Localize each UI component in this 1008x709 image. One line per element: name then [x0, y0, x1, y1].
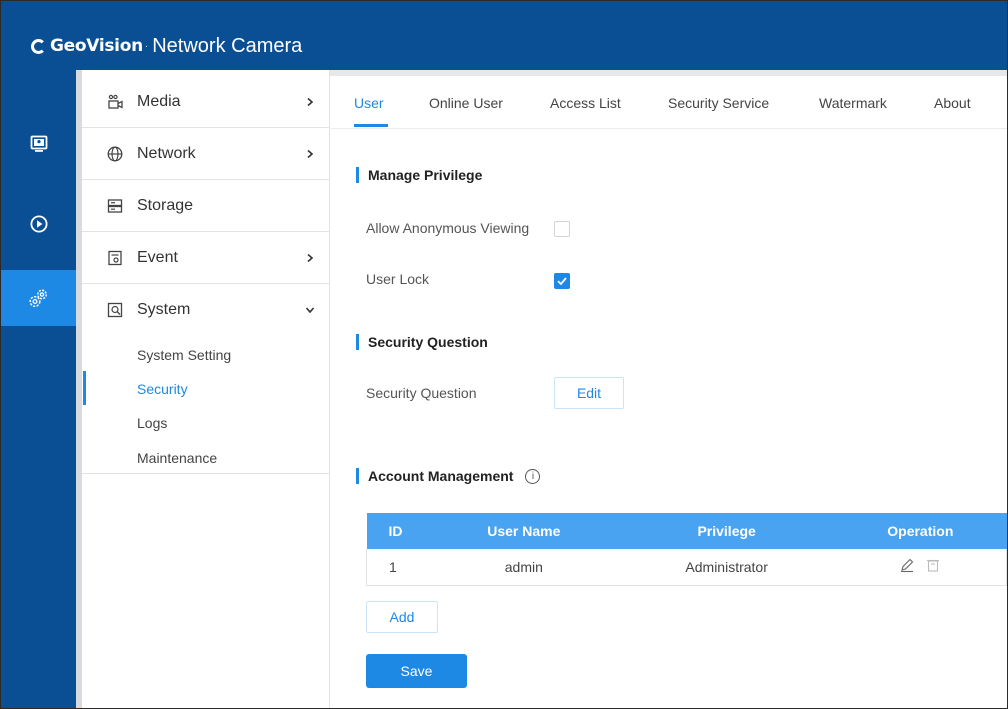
- sidebar-subitem-security[interactable]: Security: [137, 381, 188, 397]
- edit-security-question-button[interactable]: Edit: [554, 377, 624, 409]
- cell-id: 1: [366, 549, 429, 586]
- system-icon: [106, 301, 124, 319]
- geovision-logo-icon: [31, 38, 46, 54]
- chevron-down-icon: [304, 304, 316, 316]
- info-icon[interactable]: i: [525, 468, 541, 484]
- event-icon: [106, 249, 124, 267]
- operation-icons: [899, 557, 941, 573]
- sidebar-item-system[interactable]: System: [82, 284, 330, 336]
- active-tab-indicator: [354, 124, 388, 127]
- table-row: 1 admin Administrator: [366, 549, 1007, 586]
- main-content: User Online User Access List Security Se…: [331, 76, 1007, 708]
- active-indicator: [83, 371, 86, 405]
- tab-user[interactable]: User: [354, 95, 384, 111]
- brand-separator: ·: [144, 40, 149, 52]
- brand-logo: GeoVision: [31, 36, 143, 56]
- table-header-row: ID User Name Privilege Operation: [366, 513, 1007, 549]
- monitor-icon: [30, 135, 47, 152]
- icon-rail: [1, 70, 76, 708]
- sidebar-subitem-system-setting[interactable]: System Setting: [137, 347, 231, 363]
- column-header-id: ID: [366, 513, 429, 549]
- section-marker: [356, 468, 359, 484]
- tab-bar: User Online User Access List Security Se…: [331, 76, 1007, 129]
- rail-item-playback[interactable]: [1, 196, 76, 252]
- account-table: ID User Name Privilege Operation 1 admin…: [366, 513, 1007, 586]
- playback-icon: [30, 215, 47, 233]
- sidebar-item-label: System: [137, 301, 191, 318]
- security-question-label: Security Question: [366, 385, 477, 401]
- sidebar-subitem-logs[interactable]: Logs: [137, 415, 167, 431]
- top-header: GeoVision · Network Camera: [1, 1, 1007, 70]
- edit-pencil-icon[interactable]: [899, 557, 915, 573]
- sidebar-item-label: Media: [137, 92, 181, 110]
- section-title-text: Account Management: [368, 468, 514, 484]
- cell-privilege: Administrator: [619, 549, 835, 586]
- section-marker: [356, 167, 359, 183]
- chevron-right-icon: [304, 252, 316, 264]
- brand-logo-text: GeoVision: [50, 36, 143, 56]
- camera-icon: [106, 93, 124, 111]
- anonymous-viewing-label: Allow Anonymous Viewing: [366, 220, 530, 236]
- sidebar-subitem-maintenance[interactable]: Maintenance: [137, 450, 217, 466]
- tab-access-list[interactable]: Access List: [550, 95, 621, 111]
- section-title-security-question: Security Question: [356, 334, 488, 350]
- sidebar-item-network[interactable]: Network: [82, 128, 330, 180]
- user-lock-label: User Lock: [366, 271, 430, 287]
- tab-security-service[interactable]: Security Service: [668, 95, 769, 111]
- section-title-manage-privilege: Manage Privilege: [356, 167, 482, 183]
- user-lock-checkbox[interactable]: [554, 273, 570, 289]
- app-window: GeoVision · Network Camera Media Network…: [0, 0, 1008, 709]
- app-title: Network Camera: [152, 34, 303, 57]
- cell-operation: [834, 549, 1007, 586]
- brand: GeoVision · Network Camera: [31, 31, 302, 61]
- sidebar-item-event[interactable]: Event: [82, 232, 330, 284]
- save-button[interactable]: Save: [366, 654, 467, 688]
- add-user-button[interactable]: Add: [366, 601, 438, 633]
- tab-online-user[interactable]: Online User: [429, 95, 503, 111]
- sidebar-item-label: Event: [137, 248, 178, 266]
- settings-gears-icon: [28, 289, 47, 308]
- sidebar-item-label: Network: [137, 144, 196, 162]
- rail-item-live-view[interactable]: [1, 116, 76, 172]
- sidebar-menu: Media Network Storage Event System Syste…: [82, 70, 330, 708]
- section-title-text: Manage Privilege: [368, 167, 483, 183]
- column-header-privilege: Privilege: [619, 513, 835, 549]
- globe-icon: [106, 145, 124, 163]
- cell-user-name: admin: [428, 549, 620, 586]
- section-title-account-management: Account Management i: [356, 468, 541, 484]
- sidebar-item-media[interactable]: Media: [82, 76, 330, 128]
- chevron-right-icon: [304, 148, 316, 160]
- chevron-right-icon: [304, 96, 316, 108]
- column-header-user-name: User Name: [428, 513, 620, 549]
- sidebar-item-storage[interactable]: Storage: [82, 180, 330, 232]
- tab-watermark[interactable]: Watermark: [819, 95, 887, 111]
- storage-icon: [106, 197, 124, 215]
- rail-item-settings[interactable]: [1, 270, 76, 326]
- column-header-operation: Operation: [834, 513, 1007, 549]
- sidebar-item-label: Storage: [137, 196, 194, 214]
- delete-trash-icon[interactable]: [925, 557, 941, 573]
- tab-about[interactable]: About: [934, 95, 971, 111]
- anonymous-viewing-checkbox[interactable]: [554, 221, 570, 237]
- divider: [82, 473, 330, 474]
- section-title-text: Security Question: [368, 334, 488, 350]
- checkmark-icon: [557, 277, 567, 286]
- section-marker: [356, 334, 359, 350]
